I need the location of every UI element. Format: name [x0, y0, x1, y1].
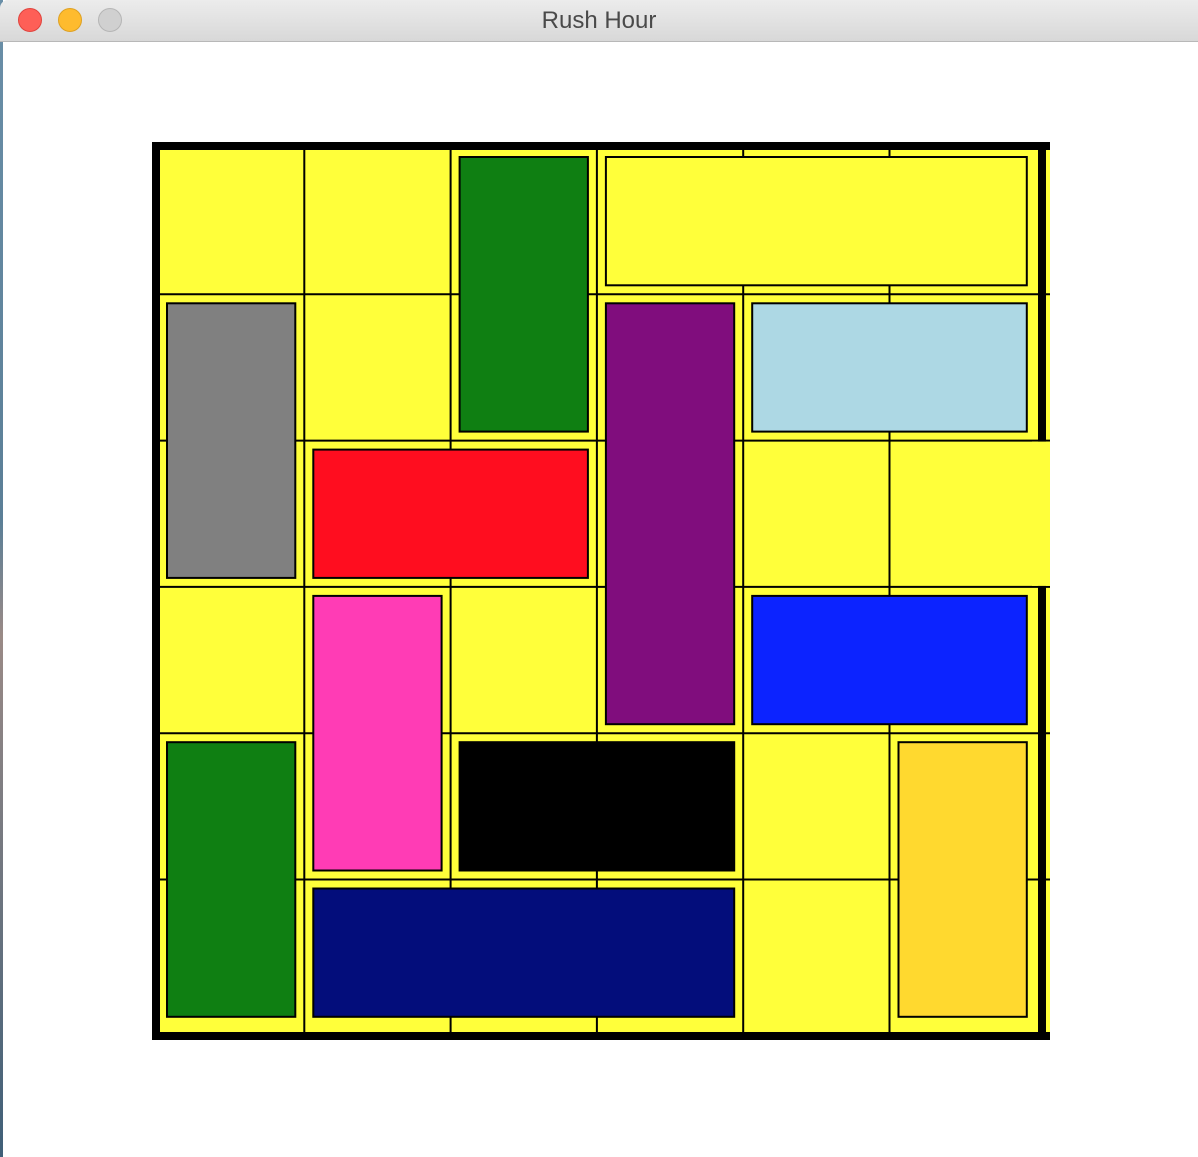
window-title: Rush Hour — [541, 7, 657, 34]
vehicle-yellow-top[interactable] — [604, 156, 1028, 287]
vehicle-purple[interactable] — [604, 302, 736, 726]
exit-opening — [1032, 441, 1050, 586]
board-canvas — [152, 142, 1050, 1040]
vehicle-gold[interactable] — [897, 741, 1028, 1018]
vehicle-pink[interactable] — [312, 594, 443, 872]
vehicle-light-blue[interactable] — [751, 302, 1028, 433]
vehicle-black[interactable] — [458, 741, 736, 872]
vehicle-blue[interactable] — [751, 594, 1028, 726]
vehicle-navy[interactable] — [312, 887, 736, 1018]
desktop-edge — [0, 0, 3, 1157]
app-window: Rush Hour — [0, 0, 1198, 1157]
vehicle-green-top[interactable] — [458, 156, 589, 433]
title-bar[interactable]: Rush Hour — [0, 0, 1198, 42]
game-board — [152, 142, 1050, 1040]
vehicle-gray[interactable] — [166, 302, 297, 579]
vehicle-green-bottom[interactable] — [166, 741, 297, 1018]
vehicle-red[interactable] — [312, 448, 589, 579]
